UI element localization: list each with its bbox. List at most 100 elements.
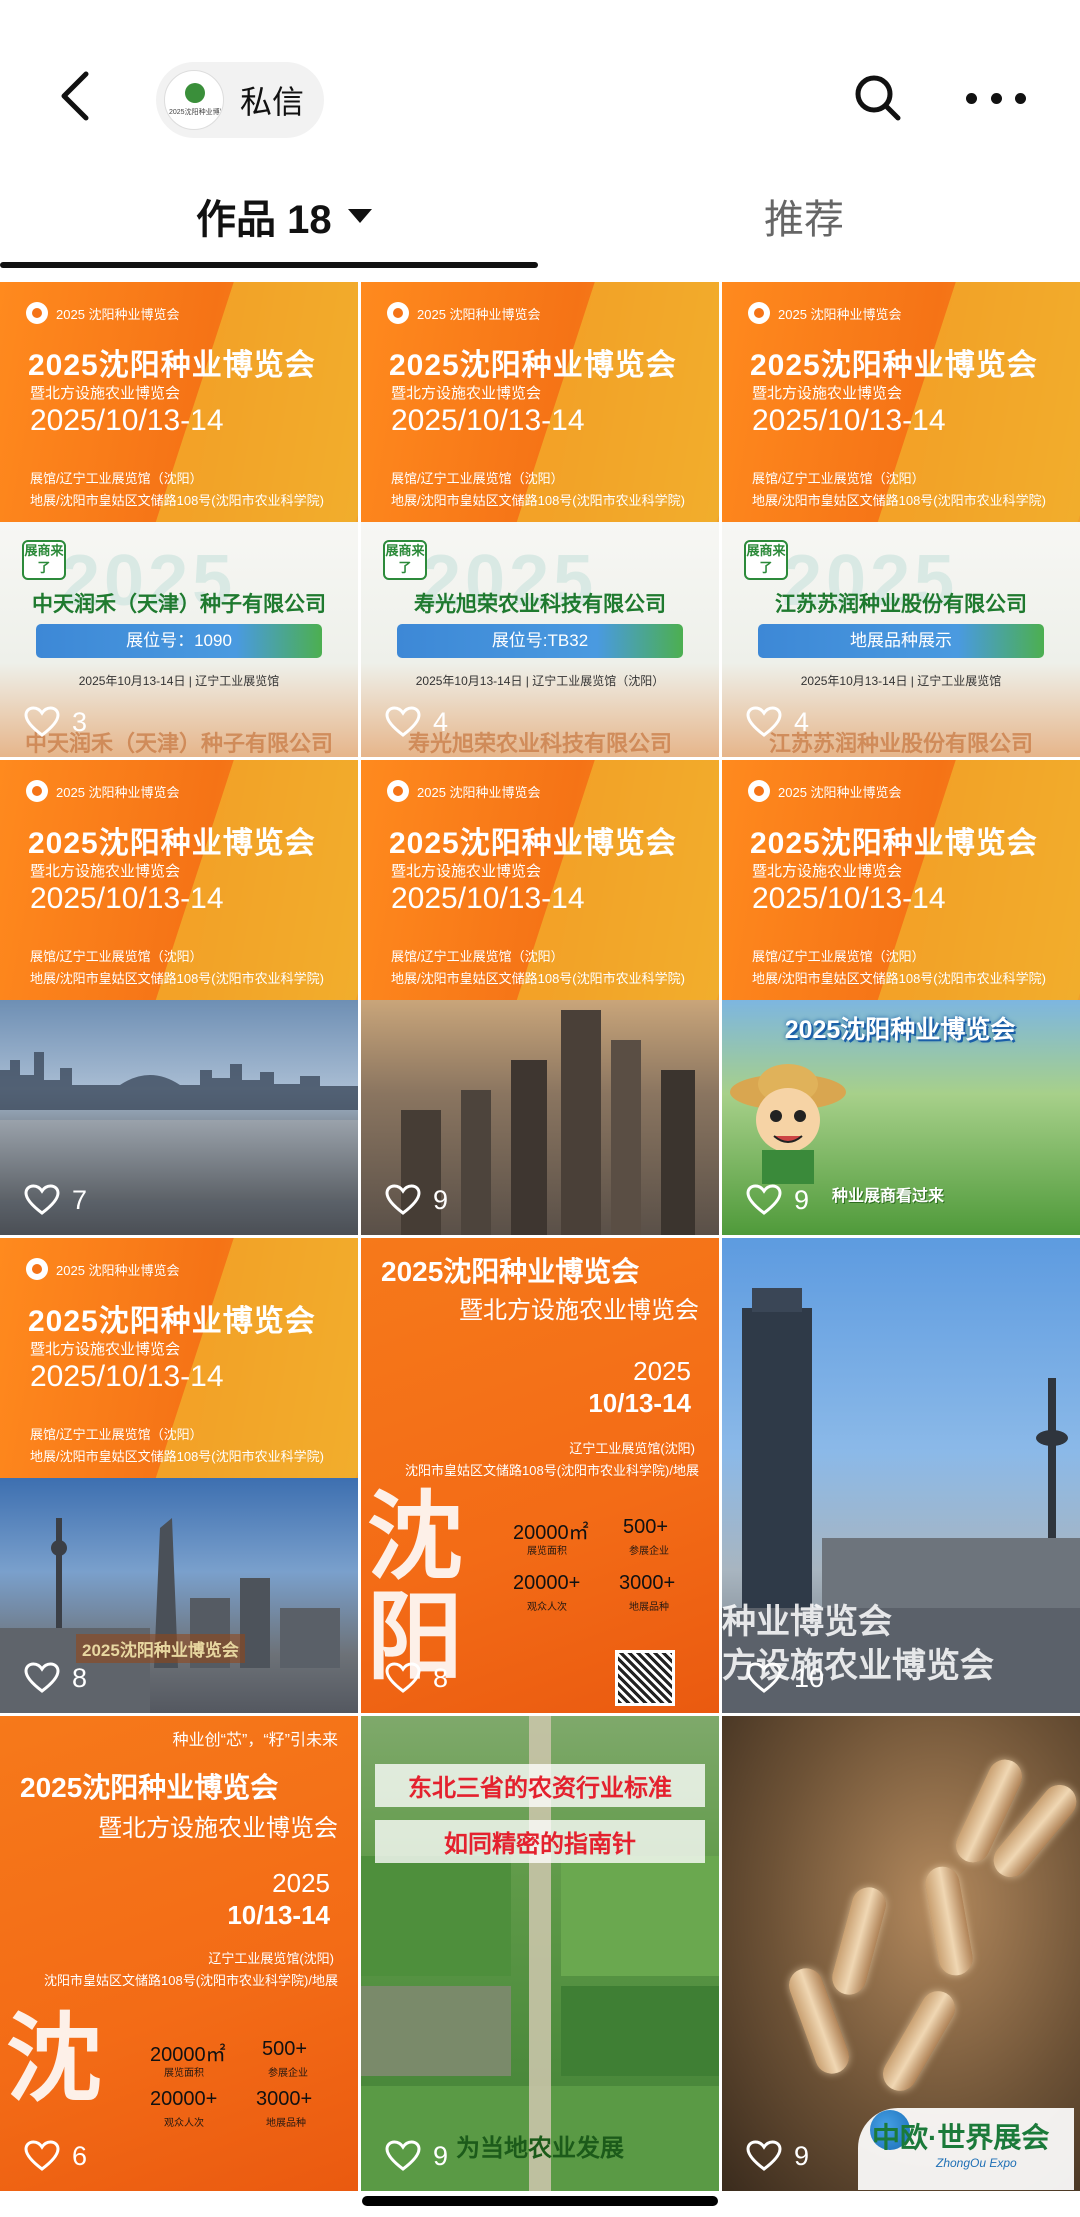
work-tile[interactable]: 种业创“芯”，“籽”引未来 2025沈阳种业博览会 暨北方设施农业博览会 202… [0, 1716, 358, 2191]
poster-subtitle: 暨北方设施农业博览会 [391, 863, 542, 880]
work-tile[interactable]: 2025 沈阳种业博览会 2025沈阳种业博览会 暨北方设施农业博览会 2025… [361, 282, 719, 757]
heart-icon [385, 1662, 421, 1693]
qr-code [615, 1650, 675, 1706]
poster-venue: 展馆/辽宁工业展览馆（沈阳） [752, 471, 925, 486]
chevron-left-icon [61, 71, 89, 121]
more-dot-icon [1015, 92, 1026, 104]
stat-visitors: 20000+ [150, 2088, 218, 2110]
poster-venue: 展馆/辽宁工业展览馆（沈阳） [752, 949, 925, 964]
heart-icon [385, 706, 421, 737]
work-tile[interactable]: 2025 沈阳种业博览会 2025沈阳种业博览会 暨北方设施农业博览会 2025… [0, 760, 358, 1235]
booth-number: 地展品种展示 [758, 624, 1044, 658]
logo-icon [748, 780, 770, 802]
poster-subtitle: 暨北方设施农业博览会 [459, 1297, 699, 1324]
poster-header: 2025 沈阳种业博览会 2025沈阳种业博览会 暨北方设施农业博览会 2025… [0, 760, 358, 1000]
work-tile[interactable]: 2025 沈阳种业博览会 2025沈阳种业博览会 暨北方设施农业博览会 2025… [361, 760, 719, 1235]
like-number: 4 [794, 706, 810, 737]
logo-icon [26, 1258, 48, 1280]
skyline-image [0, 1052, 358, 1110]
poster-address: 地展/沈阳市皇姑区文储路108号(沈阳市农业科学院) [752, 493, 1046, 508]
logo-icon [748, 302, 770, 324]
farmer-cartoon-icon [730, 1064, 846, 1184]
soybean-pod [876, 1984, 962, 2098]
watermark-text: 中欧·世界展会 [872, 2122, 1050, 2153]
poster-address: 地展/沈阳市皇姑区文储路108号(沈阳市农业科学院) [30, 1449, 324, 1464]
company-name: 寿光旭荣农业科技有限公司 [414, 593, 666, 616]
like-number: 9 [794, 1184, 810, 1215]
stat-varieties-label: 地展品种 [266, 2118, 306, 2129]
more-options-button[interactable] [966, 86, 1026, 110]
poster-venue: 辽宁工业展览馆(沈阳) [569, 1441, 695, 1456]
work-tile[interactable]: 2025 沈阳种业博览会 2025沈阳种业博览会 暨北方设施农业博览会 2025… [722, 282, 1080, 757]
tab-works[interactable]: 作品 18 [196, 186, 372, 246]
search-icon [855, 75, 901, 121]
tab-recommend[interactable]: 推荐 [764, 186, 844, 246]
video-caption: 种业展商看过来 [832, 1188, 945, 1205]
logo-icon [26, 302, 48, 324]
poster-logo: 2025 沈阳种业博览会 [748, 780, 902, 802]
work-tile[interactable]: 2025 沈阳种业博览会 2025沈阳种业博览会 暨北方设施农业博览会 2025… [0, 1238, 358, 1713]
booth-number: 展位号:TB32 [397, 624, 683, 658]
event-dates: 2025年10月13-14日 | 辽宁工业展览馆 [78, 674, 280, 688]
like-count: 8 [385, 1662, 448, 1694]
like-count: 4 [746, 706, 809, 738]
poster-title: 2025沈阳种业博览会 [750, 827, 1038, 860]
poster-address: 地展/沈阳市皇姑区文储路108号(沈阳市农业科学院) [391, 971, 685, 986]
poster-logo: 2025 沈阳种业博览会 [387, 780, 541, 802]
like-count: 10 [746, 1662, 824, 1694]
soybean-pod [828, 1883, 890, 1999]
active-tab-indicator [0, 262, 538, 268]
video-title-line: 东北三省的农资行业标准 [375, 1764, 705, 1807]
logo-icon [185, 83, 205, 103]
message-button[interactable]: 2025沈阳种业博览会 私信 [156, 62, 325, 138]
like-number: 3 [72, 706, 88, 737]
exhibitor-badge: 展商来了 [22, 540, 66, 580]
stat-area: 20000㎡ [150, 2044, 226, 2066]
poster-header: 2025 沈阳种业博览会 2025沈阳种业博览会 暨北方设施农业博览会 2025… [722, 760, 1080, 1000]
city-character: 沈 [6, 2006, 102, 2113]
poster-title: 2025沈阳种业博览会 [389, 827, 677, 860]
search-button[interactable] [852, 72, 904, 124]
company-name: 中天润禾（天津）种子有限公司 [32, 593, 326, 616]
poster-logo: 2025 沈阳种业博览会 [26, 780, 180, 802]
poster-venue: 展馆/辽宁工业展览馆（沈阳） [391, 471, 564, 486]
poster-subtitle: 暨北方设施农业博览会 [30, 385, 181, 402]
tab-works-label: 作品 18 [196, 198, 332, 242]
logo-icon [387, 302, 409, 324]
poster-venue: 展馆/辽宁工业展览馆（沈阳） [391, 949, 564, 964]
poster-subtitle: 暨北方设施农业博览会 [752, 385, 903, 402]
watermark-subtext: ZhongOu Expo [936, 2156, 1017, 2170]
avatar-text: 2025沈阳种业博览会 [169, 109, 221, 116]
poster-logo: 2025 沈阳种业博览会 [748, 302, 902, 324]
work-tile[interactable]: 种业博览会 方设施农业博览会 10 [722, 1238, 1080, 1713]
poster-title: 2025沈阳种业博览会 [381, 1256, 640, 1287]
poster-venue: 展馆/辽宁工业展览馆（沈阳） [30, 949, 203, 964]
logo-icon [387, 780, 409, 802]
heart-icon [385, 2140, 421, 2171]
heart-icon [746, 2140, 782, 2171]
logo-text: 2025 沈阳种业博览会 [778, 306, 902, 322]
work-tile[interactable]: 中欧·世界展会 ZhongOu Expo 9 [722, 1716, 1080, 2191]
like-count: 6 [24, 2140, 87, 2172]
work-tile[interactable]: 2025 沈阳种业博览会 2025沈阳种业博览会 暨北方设施农业博览会 2025… [0, 282, 358, 757]
poster-logo: 2025 沈阳种业博览会 [387, 302, 541, 324]
work-tile[interactable]: 2025 沈阳种业博览会 2025沈阳种业博览会 暨北方设施农业博览会 2025… [722, 760, 1080, 1235]
like-count: 9 [746, 1184, 809, 1216]
poster-header: 2025 沈阳种业博览会 2025沈阳种业博览会 暨北方设施农业博览会 2025… [361, 282, 719, 522]
like-number: 7 [72, 1184, 88, 1215]
caption-line: 种业博览会 [722, 1603, 892, 1641]
top-bar: 2025沈阳种业博览会 私信 [0, 0, 1080, 190]
work-tile[interactable]: 东北三省的农资行业标准 如同精密的指南针 为当地农业发展 9 [361, 1716, 719, 2191]
like-count: 9 [385, 1184, 448, 1216]
work-tile[interactable]: 2025沈阳种业博览会 暨北方设施农业博览会 2025 10/13-14 辽宁工… [361, 1238, 719, 1713]
poster-title: 2025沈阳种业博览会 [750, 349, 1038, 382]
logo-text: 2025 沈阳种业博览会 [778, 784, 902, 800]
company-name: 江苏苏润种业股份有限公司 [775, 593, 1027, 616]
back-button[interactable] [48, 66, 108, 126]
poster-title: 2025沈阳种业博览会 [28, 1305, 316, 1338]
like-number: 9 [433, 1184, 449, 1215]
poster-date: 10/13-14 [227, 1900, 330, 1930]
home-indicator[interactable] [362, 2196, 718, 2206]
heart-icon [24, 1184, 60, 1215]
poster-address: 地展/沈阳市皇姑区文储路108号(沈阳市农业科学院) [752, 971, 1046, 986]
